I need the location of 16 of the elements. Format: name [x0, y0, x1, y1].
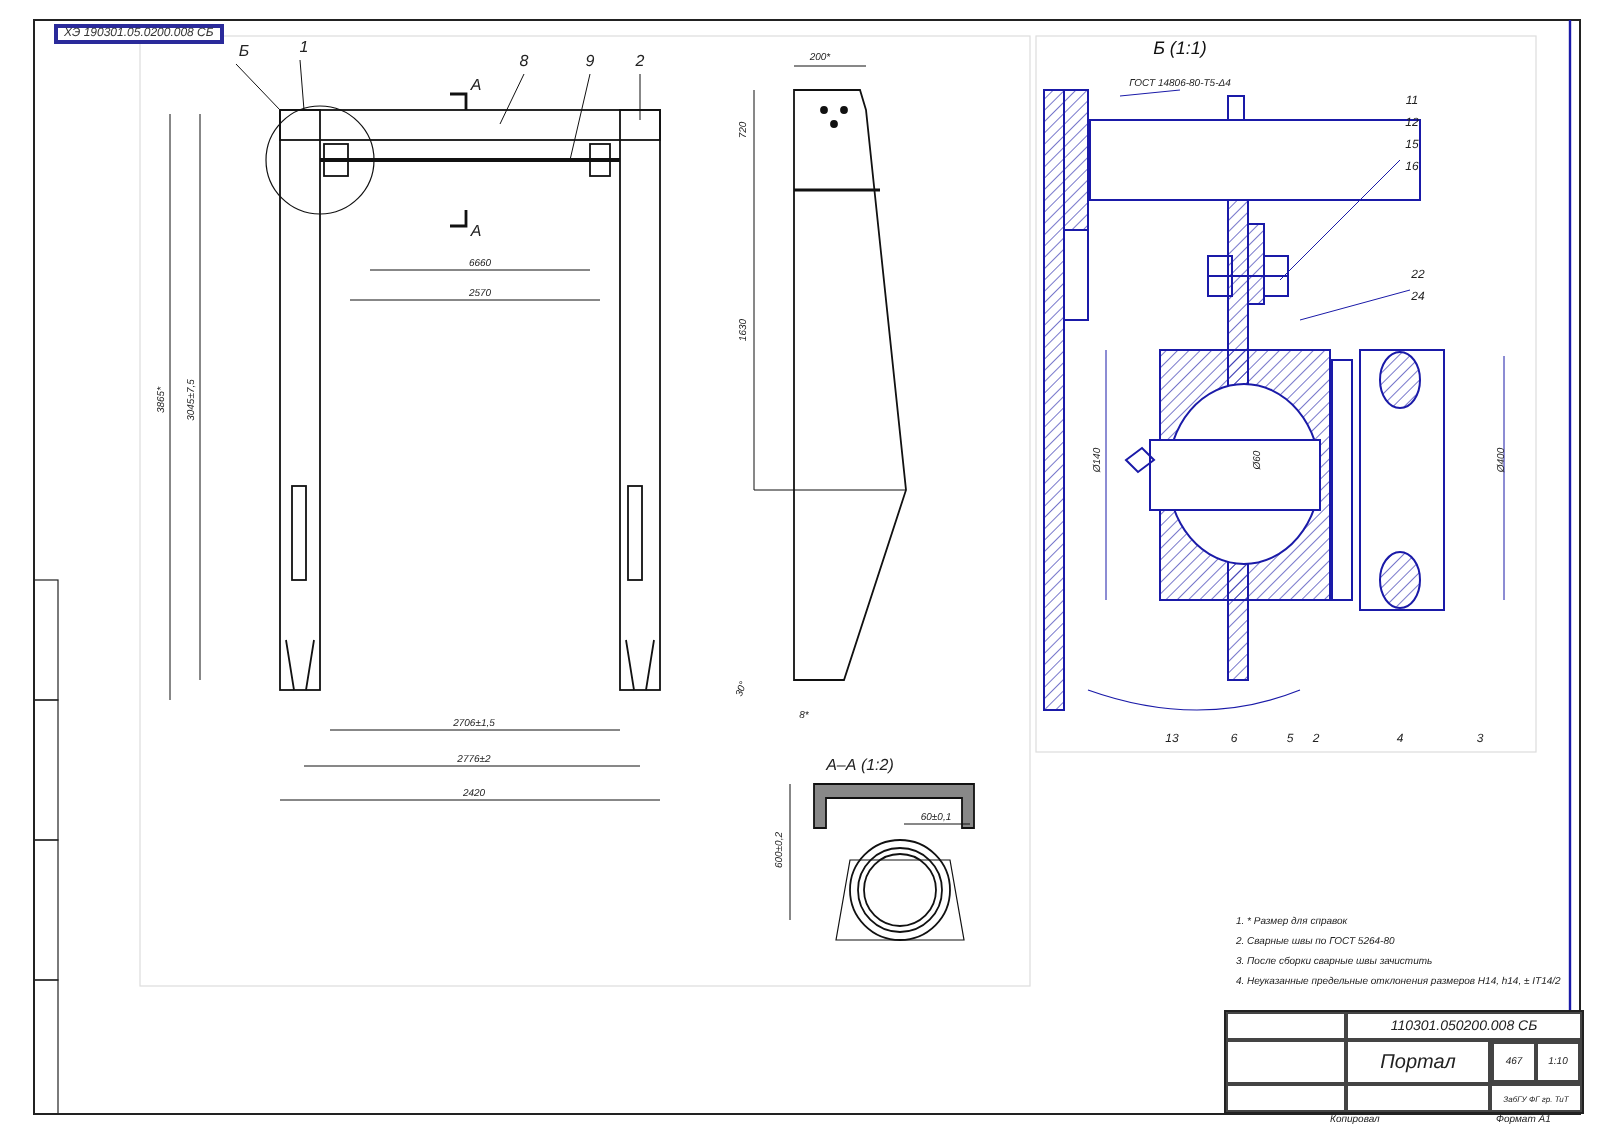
- callout-label: А: [470, 222, 482, 240]
- callout-label: 8: [519, 52, 529, 70]
- drawing-title: Портал: [1346, 1040, 1490, 1084]
- title-block-cell: [1226, 1084, 1346, 1112]
- callout-label: 9: [585, 52, 595, 70]
- title-block-cell: [1346, 1084, 1490, 1112]
- callout-label: 1: [299, 38, 309, 56]
- leader-line: [1299, 289, 1411, 321]
- section-title: А–А (1:2): [826, 756, 894, 774]
- leader-line: [1119, 89, 1181, 97]
- callout-label: 2: [635, 52, 645, 70]
- callout-label: Б: [238, 42, 250, 60]
- title-block-cell: [1226, 1040, 1346, 1084]
- callout-label: А: [470, 76, 482, 94]
- title-block-cell: [1226, 1012, 1346, 1040]
- detail-title: Б (1:1): [1153, 38, 1207, 58]
